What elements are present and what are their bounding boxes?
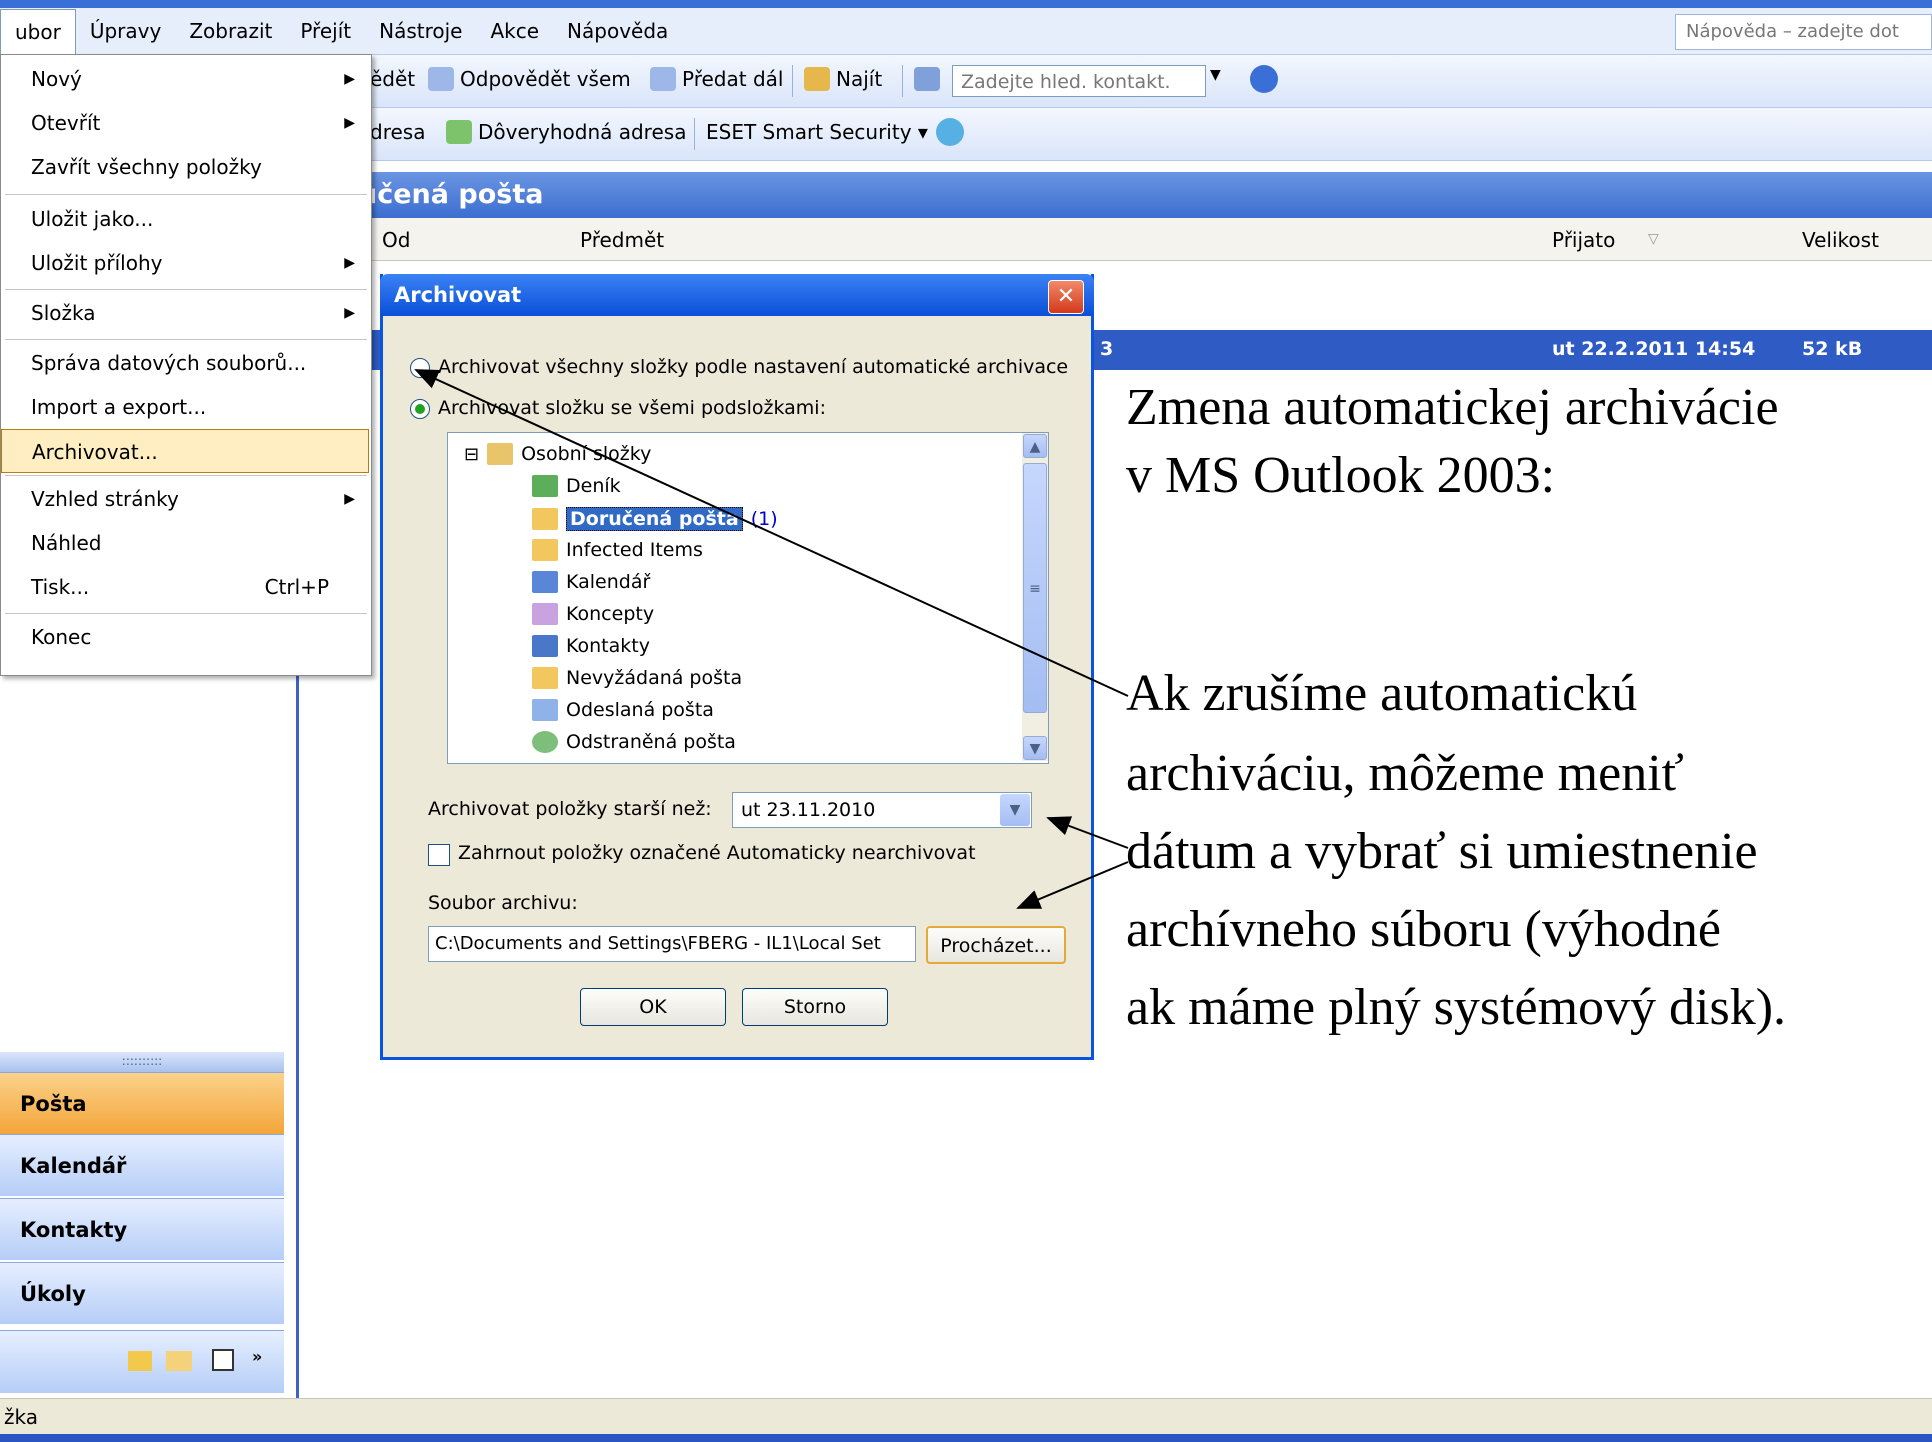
arrow-to-path (1016, 861, 1129, 909)
arrow-to-radio (414, 369, 1129, 697)
annotation-arrows (414, 369, 1129, 909)
arrow-to-date (1046, 816, 1129, 849)
